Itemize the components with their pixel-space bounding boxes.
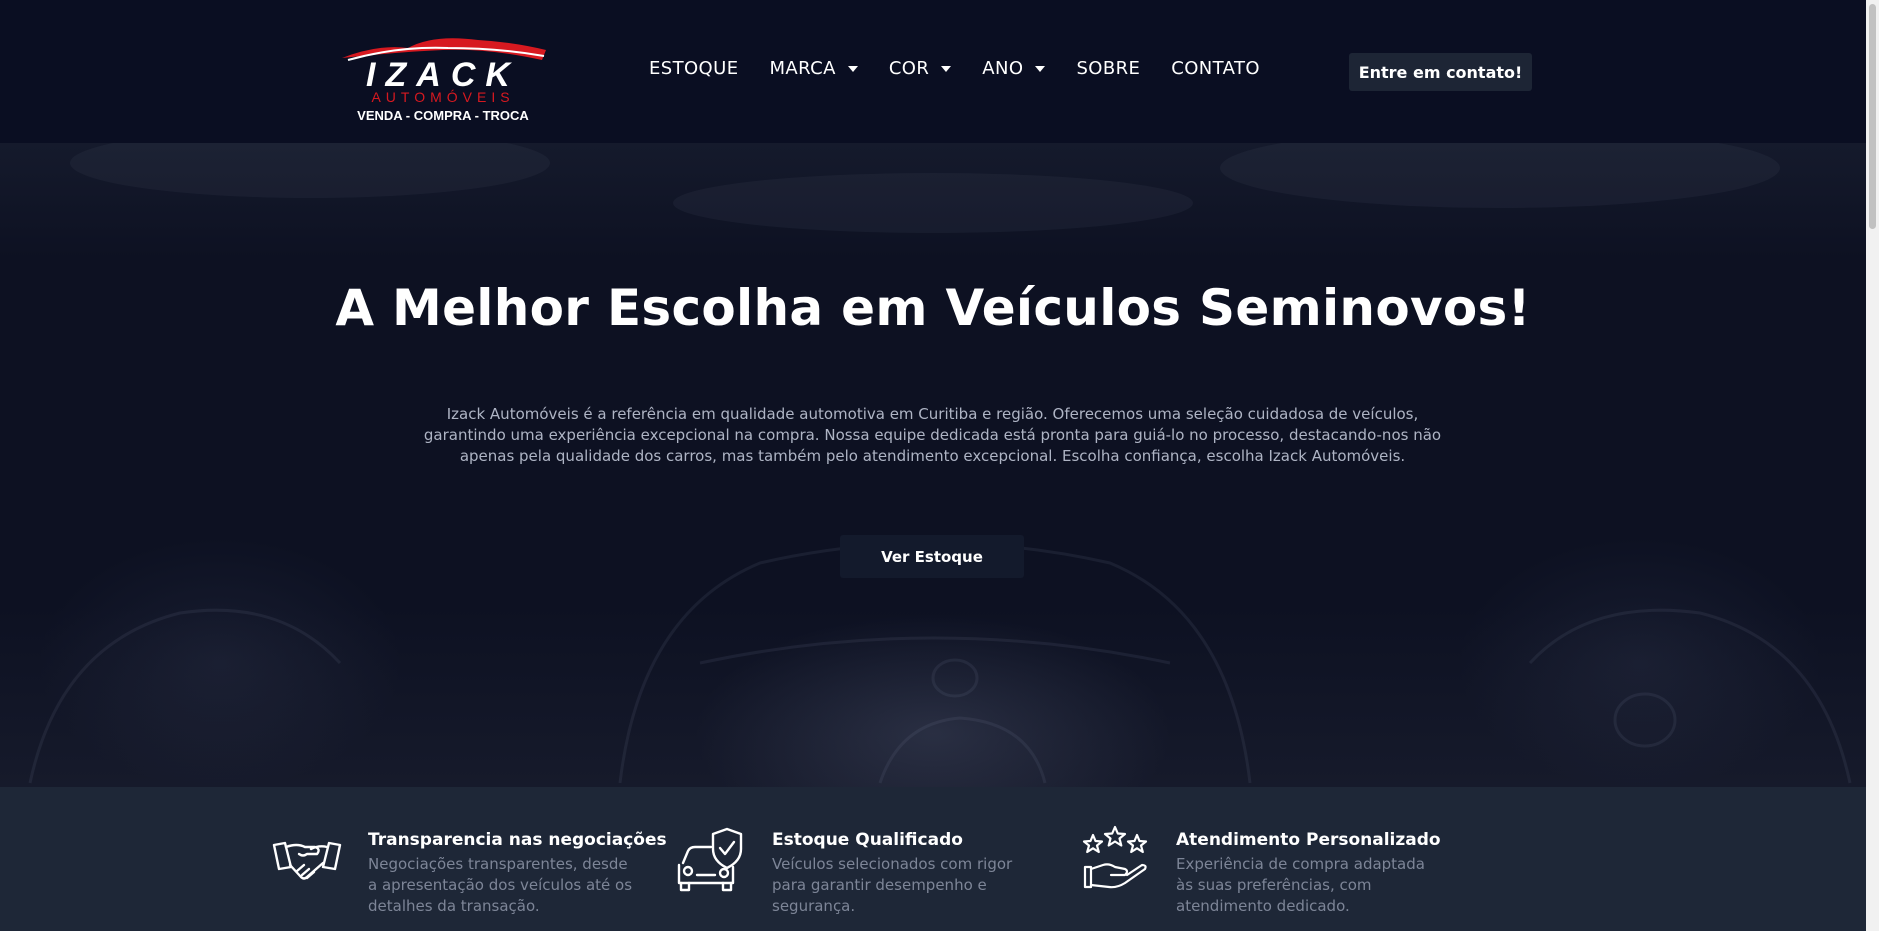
- handshake-icon: [272, 841, 342, 880]
- izack-logo[interactable]: IZACK AUTOMÓVEIS VENDA - COMPRA - TROCA: [338, 36, 548, 126]
- nav-item-label: ESTOQUE: [649, 58, 739, 79]
- nav-item-label: SOBRE: [1076, 58, 1141, 79]
- features-section: Transparencia nas negociações Negociaçõe…: [0, 787, 1866, 931]
- nav-item-label: ANO: [982, 58, 1024, 79]
- nav-item-estoque[interactable]: ESTOQUE: [649, 58, 738, 79]
- hero-description: Izack Automóveis é a referência em quali…: [423, 405, 1442, 465]
- chevron-down-icon: [1035, 65, 1046, 72]
- chevron-down-icon: [941, 65, 952, 72]
- svg-text:AUTOMÓVEIS: AUTOMÓVEIS: [371, 89, 514, 105]
- svg-text:VENDA - COMPRA - TROCA: VENDA - COMPRA - TROCA: [357, 108, 529, 123]
- feature-description: Experiência de compra adaptada às suas p…: [1176, 855, 1425, 915]
- feature-inventory: Estoque Qualificado Veículos selecionado…: [675, 823, 1042, 917]
- car-shield-icon: [677, 827, 743, 892]
- stars-hand-icon: [1082, 825, 1148, 889]
- nav-item-sobre[interactable]: SOBRE: [1076, 58, 1140, 79]
- feature-service: Atendimento Personalizado Experiência de…: [1079, 823, 1446, 917]
- feature-title: Estoque Qualificado: [772, 830, 963, 850]
- scrollbar-thumb[interactable]: [1869, 4, 1876, 229]
- nav-item-marca[interactable]: MARCA: [769, 58, 858, 79]
- feature-description: Veículos selecionados com rigor para gar…: [772, 855, 1013, 915]
- contact-cta-button[interactable]: Entre em contato!: [1349, 53, 1532, 91]
- nav-item-cor[interactable]: COR: [888, 58, 952, 79]
- chevron-down-icon: [847, 65, 858, 72]
- nav-item-ano[interactable]: ANO: [982, 58, 1046, 79]
- site-header: IZACK AUTOMÓVEIS VENDA - COMPRA - TROCA …: [0, 0, 1866, 143]
- feature-transparency: Transparencia nas negociações Negociaçõe…: [271, 823, 667, 917]
- main-nav: ESTOQUE MARCA COR ANO SOBRE CONTATO: [649, 58, 1291, 79]
- hero-section: A Melhor Escolha em Veículos Seminovos! …: [0, 143, 1866, 787]
- feature-description: Negociações transparentes, desde a apres…: [368, 855, 633, 915]
- feature-title: Atendimento Personalizado: [1176, 830, 1441, 850]
- page-scrollbar[interactable]: [1866, 0, 1879, 931]
- nav-item-label: MARCA: [769, 58, 836, 79]
- feature-title: Transparencia nas negociações: [368, 830, 667, 850]
- nav-item-contato[interactable]: CONTATO: [1171, 58, 1260, 79]
- view-inventory-button[interactable]: Ver Estoque: [840, 535, 1024, 578]
- nav-item-label: COR: [888, 58, 930, 79]
- nav-item-label: CONTATO: [1171, 58, 1260, 79]
- hero-title: A Melhor Escolha em Veículos Seminovos!: [335, 279, 1531, 337]
